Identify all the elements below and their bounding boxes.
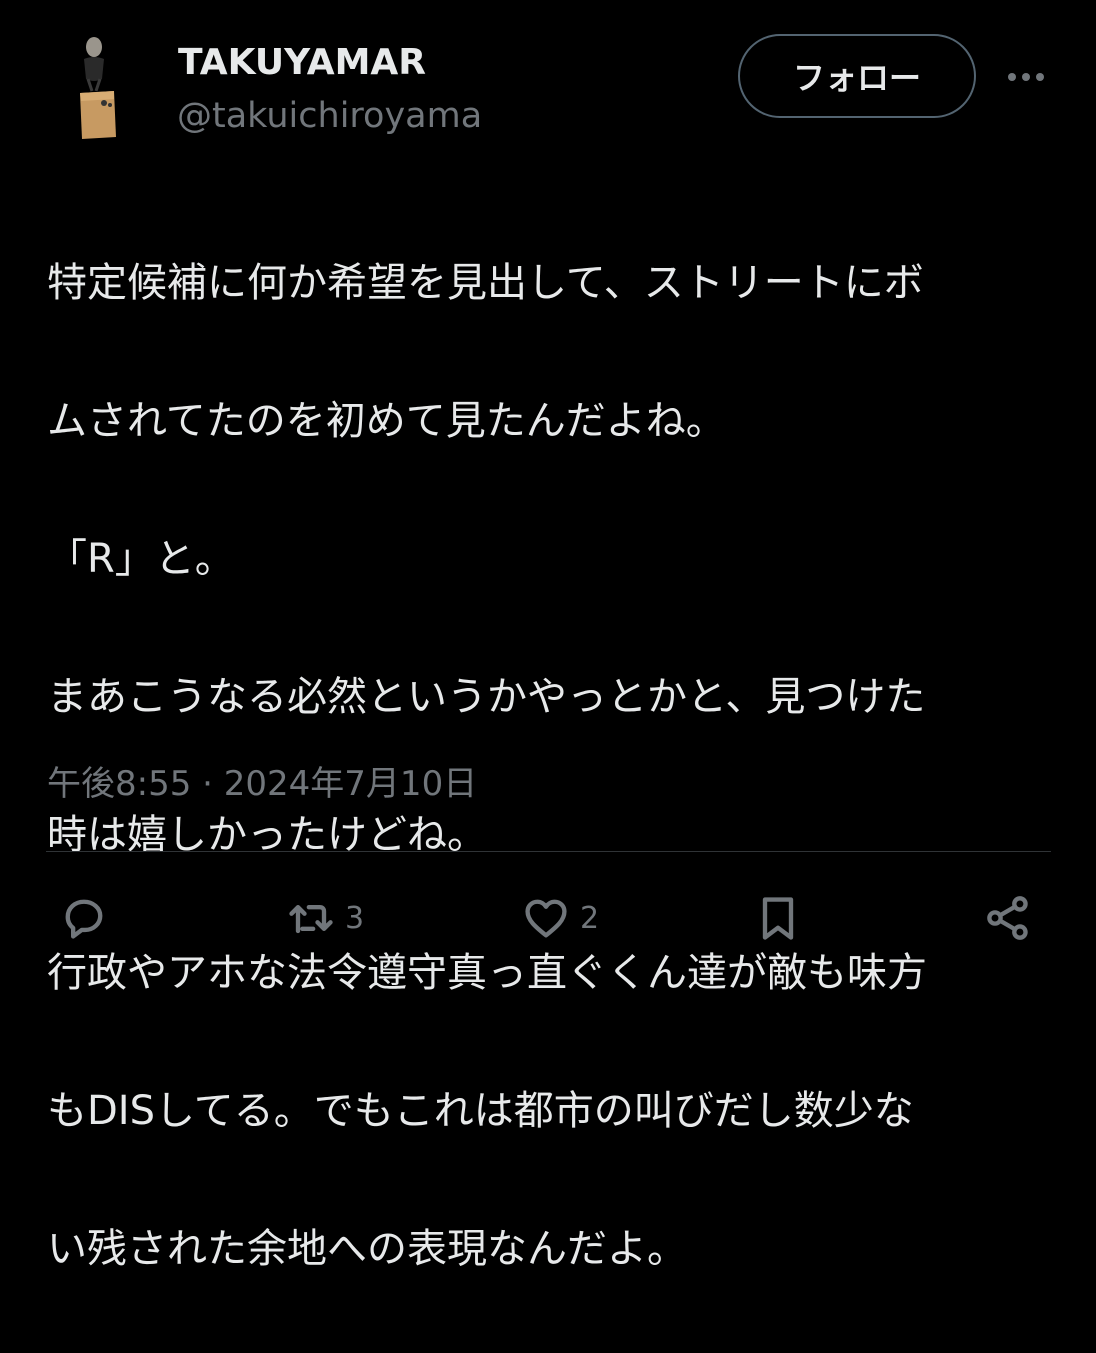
more-options-icon[interactable] bbox=[1001, 52, 1051, 102]
like-count: 2 bbox=[580, 900, 600, 936]
tweet-text-line: ムされてたのを初めて見たんだよね。 bbox=[47, 398, 726, 444]
author-handle[interactable]: @takuichiroyama bbox=[177, 96, 482, 136]
reply-icon bbox=[65, 899, 103, 939]
divider bbox=[46, 851, 1051, 852]
bookmark-icon bbox=[762, 897, 794, 940]
avatar[interactable] bbox=[48, 33, 152, 143]
tweet-timestamp[interactable]: 午後8:55 · 2024年7月10日 bbox=[47, 756, 477, 805]
retweet-icon bbox=[289, 905, 333, 934]
share-icon bbox=[987, 896, 1028, 940]
retweet-button[interactable]: 3 bbox=[285, 888, 364, 948]
share-button[interactable] bbox=[982, 888, 1034, 948]
tweet-text-line: 特定候補に何か希望を見出して、ストリートにボ bbox=[47, 260, 924, 306]
author-display-name[interactable]: TAKUYAMAR bbox=[178, 42, 426, 83]
follow-button[interactable]: フォロー bbox=[738, 34, 976, 118]
like-button[interactable]: 2 bbox=[520, 888, 599, 948]
tweet-text-line: まあこうなる必然というかやっとかと、見つけた bbox=[47, 674, 926, 720]
tweet-text-line: 時は嬉しかったけどね。 bbox=[47, 812, 487, 858]
heart-icon bbox=[525, 899, 567, 938]
bookmark-button[interactable] bbox=[752, 888, 804, 948]
reply-button[interactable] bbox=[58, 888, 110, 948]
tweet-text-line: 行政やアホな法令遵守真っ直ぐくん達が敵も味方 bbox=[47, 950, 927, 996]
retweet-count: 3 bbox=[345, 900, 365, 936]
avatar-image bbox=[48, 33, 152, 143]
tweet-text-line: い残された余地への表現なんだよ。 bbox=[47, 1226, 687, 1272]
tweet-text-line: 「R」と。 bbox=[47, 536, 235, 582]
tweet-text-line: もDISしてる。でもこれは都市の叫びだし数少な bbox=[47, 1088, 914, 1134]
